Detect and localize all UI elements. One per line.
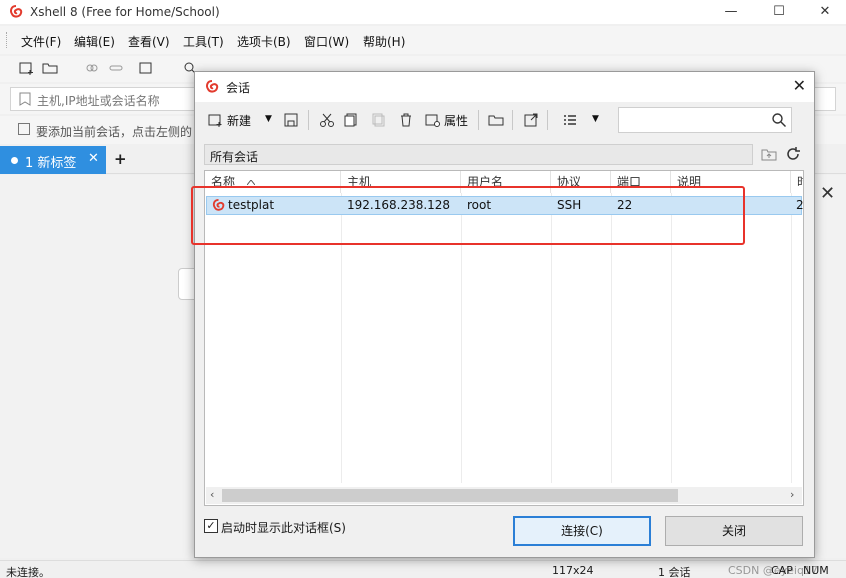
session-dialog: 会话 ✕ 新建 ▼ 属性 ▼ 所有会话 名称 主机 用户名 协议 端口 说明 t… [194, 71, 815, 558]
toolbar-separator [547, 110, 548, 130]
menu-tabs[interactable]: 选项卡(B) [237, 33, 291, 50]
link-icon[interactable] [108, 60, 124, 76]
session-overflow-value: 2 [796, 198, 804, 212]
scrollbar-thumb[interactable] [222, 489, 678, 502]
up-folder-icon[interactable] [761, 146, 777, 162]
session-search-input[interactable] [618, 107, 792, 133]
status-bar: 未连接。 117x24 1 会话 CSDN @eyeiq17 CAP NUM [0, 560, 846, 578]
tab-label: 1 新标签 [25, 156, 77, 171]
status-session-count: 1 会话 [658, 566, 691, 578]
session-dialog-logo-icon [206, 80, 219, 93]
menu-help[interactable]: 帮助(H) [363, 33, 405, 50]
connect-button[interactable]: 连接(C) [513, 516, 651, 546]
dialog-toolbar: 新建 ▼ 属性 ▼ [195, 104, 814, 136]
host-input-placeholder: 主机,IP地址或会话名称 [37, 94, 160, 108]
close-button[interactable]: 关闭 [665, 516, 803, 546]
app-title: Xshell 8 (Free for Home/School) [30, 5, 220, 19]
new-session-label: 新建 [227, 114, 252, 128]
new-session-icon[interactable] [18, 60, 34, 76]
status-connection: 未连接。 [6, 566, 50, 578]
search-icon [772, 113, 786, 127]
tab-status-dot-icon [11, 157, 18, 164]
show-on-startup-checkbox[interactable]: ✓ [204, 519, 218, 533]
app-titlebar: Xshell 8 (Free for Home/School) — ☐ ✕ [0, 0, 846, 24]
menu-window[interactable]: 窗口(W) [304, 33, 349, 50]
horizontal-scrollbar[interactable]: ‹ › [206, 487, 802, 504]
close-window-button[interactable]: ✕ [802, 0, 846, 24]
properties-icon[interactable] [138, 60, 154, 76]
copy-icon[interactable] [343, 111, 359, 129]
menubar-grip [6, 32, 9, 48]
new-session-icon [208, 114, 222, 127]
toolbar-separator [512, 110, 513, 130]
column-divider [791, 193, 792, 483]
hint-text: 要添加当前会话，点击左侧的 [36, 125, 193, 139]
maximize-button[interactable]: ☐ [756, 0, 802, 24]
reconnect-icon[interactable] [84, 60, 100, 76]
dialog-title: 会话 [226, 81, 251, 95]
scroll-right-icon[interactable]: › [790, 488, 794, 501]
view-list-icon[interactable] [562, 111, 578, 129]
add-session-hint-icon [18, 123, 30, 135]
status-cap: CAP [771, 564, 793, 577]
dialog-close-button[interactable]: ✕ [793, 76, 806, 95]
properties-icon [425, 114, 440, 127]
toolbar-separator [308, 110, 309, 130]
dialog-titlebar: 会话 ✕ [195, 72, 814, 102]
delete-icon[interactable] [398, 111, 414, 129]
column-overflow[interactable]: 时 [791, 171, 803, 193]
properties-label: 属性 [444, 114, 469, 128]
status-num: NUM [803, 564, 829, 577]
new-tab-button[interactable]: + [114, 150, 127, 168]
folder-path: 所有会话 [210, 150, 259, 164]
menu-view[interactable]: 查看(V) [128, 33, 170, 50]
folder-path-bar: 所有会话 [204, 144, 753, 165]
open-folder-icon[interactable] [488, 111, 504, 129]
menu-edit[interactable]: 编辑(E) [74, 33, 115, 50]
highlight-box [191, 186, 745, 245]
sort-ascending-icon [247, 180, 255, 185]
new-dropdown-chevron-icon[interactable]: ▼ [265, 114, 272, 132]
paste-icon[interactable] [371, 111, 387, 129]
open-folder-icon[interactable] [42, 60, 58, 76]
tab-close-icon[interactable]: ✕ [88, 151, 99, 166]
minimize-button[interactable]: — [708, 0, 754, 24]
view-dropdown-chevron-icon[interactable]: ▼ [592, 114, 599, 132]
bookmark-icon [19, 92, 31, 106]
menu-file[interactable]: 文件(F) [21, 33, 61, 50]
menu-bar: 文件(F) 编辑(E) 查看(V) 工具(T) 选项卡(B) 窗口(W) 帮助(… [0, 26, 846, 54]
toolbar-separator [478, 110, 479, 130]
export-icon[interactable] [523, 111, 539, 129]
xshell-logo-icon [10, 5, 23, 18]
tab-new-tab[interactable]: 1 新标签 ✕ [0, 146, 106, 174]
scroll-left-icon[interactable]: ‹ [210, 488, 214, 501]
refresh-icon[interactable] [785, 146, 801, 162]
status-terminal-size: 117x24 [552, 564, 594, 577]
panel-close-icon[interactable]: ✕ [820, 183, 835, 204]
show-on-startup-label: 启动时显示此对话框(S) [221, 521, 346, 535]
menu-tools[interactable]: 工具(T) [183, 33, 224, 50]
save-icon[interactable] [283, 111, 299, 129]
cut-icon[interactable] [319, 111, 335, 129]
